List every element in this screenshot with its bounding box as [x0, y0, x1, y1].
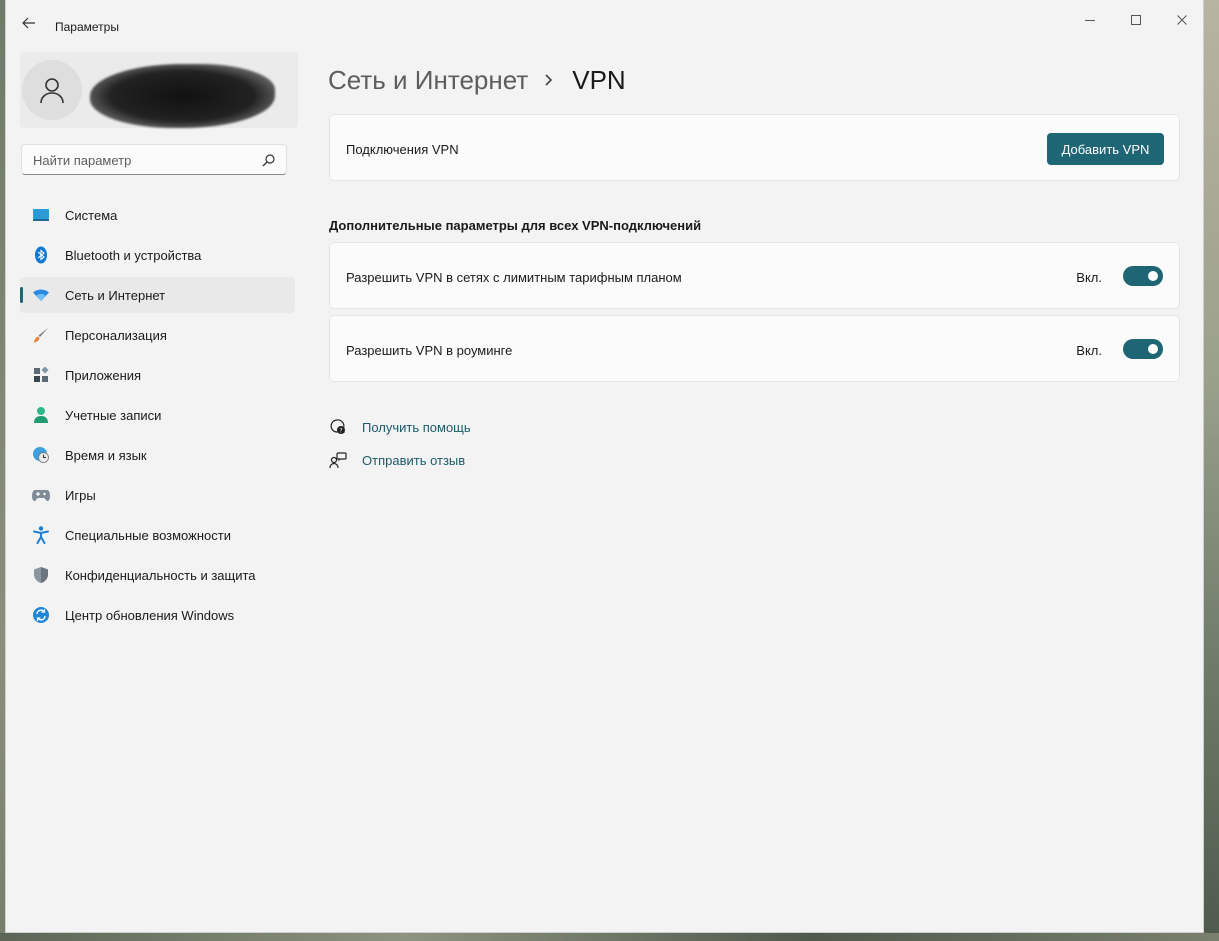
sidebar-item-network[interactable]: Сеть и Интернет	[20, 277, 295, 313]
metered-vpn-option: Разрешить VPN в сетях с лимитным тарифны…	[329, 242, 1180, 309]
sidebar-item-privacy[interactable]: Конфиденциальность и защита	[20, 557, 295, 593]
search-placeholder: Найти параметр	[33, 153, 132, 168]
get-help-link[interactable]: Получить помощь	[362, 420, 471, 435]
toggle-knob	[1148, 271, 1158, 281]
roaming-vpn-toggle[interactable]	[1123, 339, 1163, 359]
desktop-background-right	[1204, 0, 1219, 941]
toggle-state-label: Вкл.	[1076, 343, 1102, 358]
shield-icon	[32, 566, 50, 584]
gamepad-icon	[32, 486, 50, 504]
avatar	[22, 60, 82, 120]
help-chat-icon: ?	[329, 418, 347, 436]
sidebar-item-label: Специальные возможности	[65, 528, 231, 543]
send-feedback-link[interactable]: Отправить отзыв	[362, 453, 465, 468]
sidebar-nav: Система Bluetooth и устройства Сеть и Ин…	[20, 197, 295, 637]
sidebar-item-time-language[interactable]: Время и язык	[20, 437, 295, 473]
sidebar-item-label: Учетные записи	[65, 408, 162, 423]
feedback-icon	[329, 451, 347, 469]
minimize-button[interactable]	[1067, 6, 1113, 34]
globe-clock-icon	[32, 446, 50, 464]
breadcrumb-parent-link[interactable]: Сеть и Интернет	[328, 65, 528, 96]
bluetooth-icon	[32, 246, 50, 264]
title-bar: Параметры	[6, 0, 1203, 40]
sidebar-item-gaming[interactable]: Игры	[20, 477, 295, 513]
sidebar-item-bluetooth[interactable]: Bluetooth и устройства	[20, 237, 295, 273]
close-icon	[1177, 15, 1187, 25]
metered-vpn-label: Разрешить VPN в сетях с лимитным тарифны…	[346, 270, 682, 285]
sidebar-item-accounts[interactable]: Учетные записи	[20, 397, 295, 433]
section-title-advanced: Дополнительные параметры для всех VPN-по…	[329, 218, 702, 233]
sidebar-item-personalization[interactable]: Персонализация	[20, 317, 295, 353]
roaming-vpn-option: Разрешить VPN в роуминге Вкл.	[329, 315, 1180, 382]
arrow-left-icon	[22, 17, 35, 29]
person-outline-icon	[40, 78, 64, 104]
brush-icon	[32, 326, 50, 344]
sidebar-item-label: Bluetooth и устройства	[65, 248, 202, 263]
app-title: Параметры	[55, 20, 119, 34]
settings-window: Параметры Найти параметр Система Bluetoo…	[5, 0, 1204, 933]
maximize-button[interactable]	[1113, 6, 1159, 34]
add-vpn-button[interactable]: Добавить VPN	[1047, 133, 1164, 165]
close-button[interactable]	[1159, 6, 1203, 34]
accessibility-icon	[32, 526, 50, 544]
sidebar-item-accessibility[interactable]: Специальные возможности	[20, 517, 295, 553]
sidebar-item-label: Центр обновления Windows	[65, 608, 235, 623]
search-input[interactable]: Найти параметр	[21, 144, 287, 175]
chevron-right-icon	[543, 73, 557, 87]
sidebar-item-label: Приложения	[65, 368, 142, 383]
search-icon	[262, 154, 275, 167]
person-icon	[32, 406, 50, 424]
sidebar-item-label: Время и язык	[65, 448, 147, 463]
feedback-link-row[interactable]: Отправить отзыв	[329, 449, 465, 471]
apps-icon	[32, 366, 50, 384]
wifi-icon	[32, 286, 50, 304]
sidebar-item-label: Конфиденциальность и защита	[65, 568, 256, 583]
metered-vpn-toggle[interactable]	[1123, 266, 1163, 286]
page-title: VPN	[572, 64, 626, 95]
vpn-connections-label: Подключения VPN	[346, 142, 459, 157]
sidebar-item-label: Персонализация	[65, 328, 167, 343]
back-button[interactable]	[16, 12, 42, 34]
toggle-knob	[1148, 344, 1158, 354]
monitor-icon	[32, 206, 50, 224]
sidebar-item-system[interactable]: Система	[20, 197, 295, 233]
sidebar-item-label: Сеть и Интернет	[65, 288, 166, 303]
sidebar-item-label: Игры	[65, 488, 96, 503]
desktop-background-bottom	[0, 933, 1219, 941]
vpn-connections-card: Подключения VPN Добавить VPN	[329, 114, 1180, 181]
roaming-vpn-label: Разрешить VPN в роуминге	[346, 343, 513, 358]
sidebar-item-windows-update[interactable]: Центр обновления Windows	[20, 597, 295, 633]
update-icon	[32, 606, 50, 624]
user-profile[interactable]	[20, 52, 298, 128]
redacted-user-name	[90, 64, 275, 128]
sidebar-item-apps[interactable]: Приложения	[20, 357, 295, 393]
minimize-icon	[1085, 20, 1095, 21]
breadcrumb: Сеть и Интернет VPN	[328, 60, 626, 100]
toggle-state-label: Вкл.	[1076, 270, 1102, 285]
maximize-icon	[1131, 15, 1141, 25]
svg-text:?: ?	[339, 428, 342, 435]
help-link-row[interactable]: ? Получить помощь	[329, 416, 471, 438]
sidebar-item-label: Система	[65, 208, 118, 223]
